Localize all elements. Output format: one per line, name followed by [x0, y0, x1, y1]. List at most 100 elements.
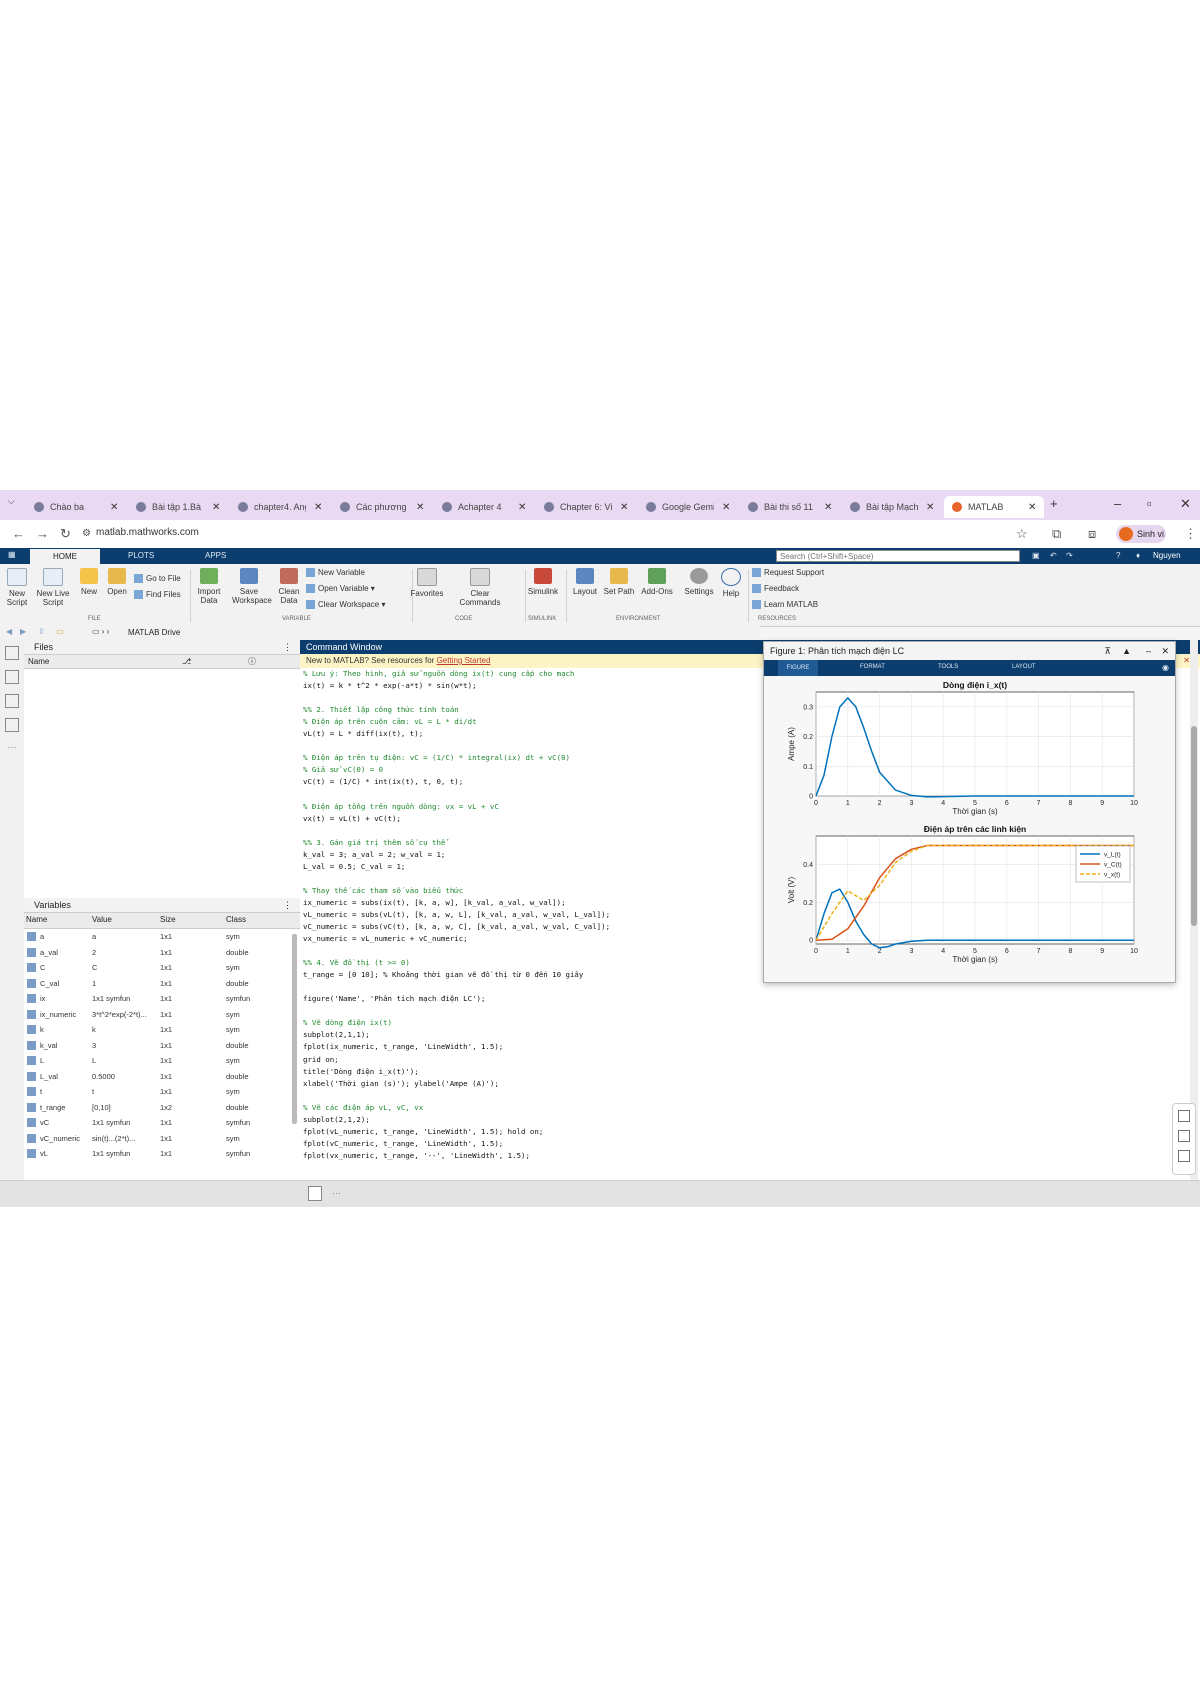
getting-started-link[interactable]: Getting Started: [437, 656, 491, 665]
copy-icon[interactable]: [1178, 1110, 1190, 1122]
browser-tab[interactable]: Bài tập Mạch ✕: [850, 496, 934, 518]
new-tab-button[interactable]: +: [1050, 496, 1058, 511]
table-row[interactable]: a a 1x1 sym: [24, 929, 300, 945]
expand-icon[interactable]: [1178, 1130, 1190, 1142]
tab-close-icon[interactable]: ✕: [212, 502, 220, 513]
browser-tab[interactable]: Google Gemi ✕: [646, 496, 730, 518]
more-rail-icon[interactable]: ···: [0, 742, 24, 752]
bookmark-star-icon[interactable]: ☆: [1016, 526, 1028, 542]
table-row[interactable]: L L 1x1 sym: [24, 1053, 300, 1069]
forward-icon[interactable]: →: [36, 526, 49, 541]
table-row[interactable]: t t 1x1 sym: [24, 1084, 300, 1100]
status-file-icon[interactable]: [308, 1186, 322, 1201]
browser-menu-icon[interactable]: ⋮: [1184, 526, 1197, 542]
go-to-file-button[interactable]: Go to File: [134, 574, 181, 584]
tab-close-icon[interactable]: ✕: [518, 502, 526, 513]
tab-close-icon[interactable]: ✕: [1028, 502, 1036, 513]
back-folder-icon[interactable]: ◀: [6, 627, 12, 636]
figure-close-icon[interactable]: ✕: [1161, 642, 1169, 660]
ws-col-name[interactable]: Name: [26, 913, 47, 926]
help-icon[interactable]: ?: [1116, 551, 1120, 560]
up-folder-icon[interactable]: ⇧: [38, 627, 45, 636]
axes-current[interactable]: 0 1 2 3 4 5 6 7 8 9 10 0 0.1 0.2 0.3 Dòng điện i_x(t) Th…: [787, 680, 1138, 816]
table-row[interactable]: vL 1x1 symfun 1x1 symfun: [24, 1146, 300, 1162]
feedback-button[interactable]: Feedback: [752, 584, 799, 594]
tab-close-icon[interactable]: ✕: [110, 502, 118, 513]
table-row[interactable]: vC_numeric sin(t)...(2*t)... 1x1 sym: [24, 1131, 300, 1147]
history-rail-icon[interactable]: [5, 718, 19, 732]
maximize-icon[interactable]: ▫: [1147, 496, 1152, 511]
notice-close-icon[interactable]: ✕: [1183, 654, 1190, 668]
browser-tab[interactable]: chapter4. Ang ✕: [238, 496, 322, 518]
user-menu[interactable]: Nguyen: [1153, 551, 1181, 560]
projects-rail-icon[interactable]: [5, 694, 19, 708]
tab-plots[interactable]: PLOTS: [128, 551, 154, 560]
reload-icon[interactable]: ↻: [60, 526, 71, 542]
ws-col-size[interactable]: Size: [160, 913, 176, 926]
table-row[interactable]: L_val 0.5000 1x1 double: [24, 1069, 300, 1085]
tab-close-icon[interactable]: ✕: [824, 502, 832, 513]
minimize-icon[interactable]: –: [1114, 496, 1121, 511]
clean-data-button[interactable]: Clean Data: [272, 568, 306, 605]
figure-tab-tools[interactable]: TOOLS: [938, 664, 958, 670]
extensions-icon[interactable]: ⧉: [1052, 526, 1061, 542]
matlab-menu-icon[interactable]: ▦: [8, 550, 16, 559]
browser-tab[interactable]: Bài thi số 11 ✕: [748, 496, 832, 518]
workspace-scrollbar[interactable]: [292, 934, 297, 1124]
clear-commands-button[interactable]: Clear Commands: [450, 568, 510, 607]
close-window-icon[interactable]: ✕: [1180, 496, 1191, 512]
new-script-button[interactable]: New Script: [0, 568, 34, 607]
dock-icon[interactable]: [1178, 1150, 1190, 1162]
undo-icon[interactable]: ↶: [1050, 551, 1057, 560]
settings-button[interactable]: Settings: [682, 568, 716, 596]
figure-tab-layout[interactable]: LAYOUT: [1012, 664, 1036, 670]
command-window-scrollbar[interactable]: [1190, 640, 1198, 1180]
tab-close-icon[interactable]: ✕: [722, 502, 730, 513]
ws-col-class[interactable]: Class: [226, 913, 246, 926]
table-row[interactable]: C C 1x1 sym: [24, 960, 300, 976]
matlab-search-input[interactable]: [776, 550, 1020, 562]
learn-matlab-button[interactable]: Learn MATLAB: [752, 600, 818, 610]
figure-tab-format[interactable]: FORMAT: [860, 664, 885, 670]
workspace-menu-icon[interactable]: ⋮: [283, 898, 292, 912]
axes-voltages[interactable]: 0 1 2 3 4 5 6 7 8 9 10 0 0.2 0.4 Điện áp trên các linh…: [787, 824, 1138, 964]
table-row[interactable]: k_val 3 1x1 double: [24, 1038, 300, 1054]
tab-close-icon[interactable]: ✕: [314, 502, 322, 513]
help-button[interactable]: Help: [718, 568, 744, 598]
figure-undock-icon[interactable]: ▲: [1122, 642, 1131, 660]
files-panel-menu-icon[interactable]: ⋮: [283, 640, 292, 654]
files-col-name[interactable]: Name: [28, 657, 49, 666]
url-field[interactable]: matlab.mathworks.com: [96, 527, 199, 538]
table-row[interactable]: t_range [0,10] 1x2 double: [24, 1100, 300, 1116]
figure-tab-figure[interactable]: FIGURE: [778, 660, 818, 676]
find-files-button[interactable]: Find Files: [134, 590, 181, 600]
add-ons-button[interactable]: Add-Ons: [640, 568, 674, 596]
simulink-button[interactable]: Simulink: [526, 568, 560, 596]
favorites-button[interactable]: Favorites: [410, 568, 444, 598]
split-view-icon[interactable]: ⧈: [1088, 526, 1096, 542]
table-row[interactable]: C_val 1 1x1 double: [24, 976, 300, 992]
browse-folder-icon[interactable]: ▭: [56, 627, 64, 636]
open-button[interactable]: Open: [100, 568, 134, 596]
save-workspace-button[interactable]: Save Workspace: [232, 568, 272, 605]
command-output[interactable]: % Lưu ý: Theo hình, giả sử nguồn dòng ix…: [303, 668, 773, 1162]
tab-menu-icon[interactable]: ⌵: [8, 496, 15, 507]
redo-icon[interactable]: ↷: [1066, 551, 1073, 560]
request-support-button[interactable]: Request Support: [752, 568, 824, 578]
workspace-rail-icon[interactable]: [5, 670, 19, 684]
forward-folder-icon[interactable]: ▶: [20, 627, 26, 636]
tab-close-icon[interactable]: ✕: [620, 502, 628, 513]
open-variable-button[interactable]: Open Variable ▾: [306, 584, 375, 594]
figure-pin-icon[interactable]: ⊼: [1104, 642, 1111, 660]
new-variable-button[interactable]: New Variable: [306, 568, 365, 578]
tab-apps[interactable]: APPS: [205, 551, 226, 560]
files-rail-icon[interactable]: [5, 646, 19, 660]
back-icon[interactable]: ←: [12, 526, 25, 541]
import-data-button[interactable]: Import Data: [192, 568, 226, 605]
new-live-script-button[interactable]: New Live Script: [36, 568, 70, 607]
site-info-icon[interactable]: ⚙: [82, 528, 91, 539]
ws-col-value[interactable]: Value: [92, 913, 112, 926]
table-row[interactable]: ix 1x1 symfun 1x1 symfun: [24, 991, 300, 1007]
save-icon[interactable]: ▣: [1032, 551, 1040, 560]
figure-minimize-icon[interactable]: –: [1146, 642, 1151, 660]
